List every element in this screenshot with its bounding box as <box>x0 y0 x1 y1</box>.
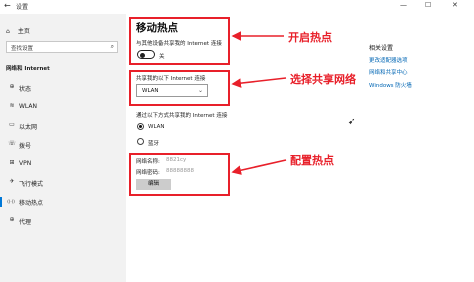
vpn-icon: ⊞ <box>9 159 15 166</box>
related-settings-heading: 相关设置 <box>369 45 394 52</box>
annotation-arrow-3 <box>231 159 287 175</box>
sidebar-item-hotspot[interactable]: ((·)) 移动热点 <box>0 196 126 208</box>
sidebar-item-vpn[interactable]: ⊞ VPN <box>0 158 126 170</box>
sidebar-item-label: 代理 <box>19 219 32 226</box>
close-icon[interactable]: ✕ <box>452 1 458 9</box>
share-over-label: 通过以下方式共享我的 Internet 连接 <box>136 113 228 119</box>
radio-wlan-label: WLAN <box>148 124 165 130</box>
sidebar-item-label: 飞行模式 <box>19 181 44 188</box>
hotspot-icon: ((·)) <box>7 199 15 204</box>
sidebar-item-status[interactable]: ⊕ 状态 <box>0 82 126 94</box>
annotation-arrow-2 <box>231 77 287 88</box>
back-arrow-icon[interactable]: ← <box>4 1 11 10</box>
window-title: 设置 <box>16 4 29 11</box>
radio-bluetooth[interactable] <box>137 138 144 145</box>
annotation-label-enable: 开启热点 <box>288 31 332 44</box>
proxy-icon: ⊕ <box>9 216 15 223</box>
sidebar-item-wlan[interactable]: ≋ WLAN <box>0 101 126 113</box>
wifi-icon: ≋ <box>9 102 15 109</box>
link-adapter-options[interactable]: 更改适配器选项 <box>369 56 408 64</box>
sidebar-section-title: 网络和 Internet <box>6 66 50 72</box>
link-network-sharing-center[interactable]: 网络和共享中心 <box>369 68 408 76</box>
dialup-icon: ☏ <box>8 140 16 147</box>
sidebar-item-label: WLAN <box>19 103 38 110</box>
search-field[interactable]: 查找设置 ⌕ <box>6 41 118 53</box>
sidebar-item-label: VPN <box>19 160 32 167</box>
sidebar-item-label: 拨号 <box>19 143 32 150</box>
sidebar-item-ethernet[interactable]: ▭ 以太网 <box>0 120 126 132</box>
annotation-box-config <box>129 153 230 196</box>
sidebar-item-label: 以太网 <box>19 124 38 131</box>
annotation-box-network <box>129 70 230 106</box>
search-placeholder: 查找设置 <box>11 46 34 52</box>
link-windows-firewall[interactable]: Windows 防火墙 <box>369 81 412 89</box>
sidebar-item-dialup[interactable]: ☏ 拨号 <box>0 139 126 151</box>
sidebar-item-proxy[interactable]: ⊕ 代理 <box>0 215 126 227</box>
minimize-icon[interactable]: — <box>400 1 407 9</box>
title-bar: ← 设置 — ☐ ✕ <box>0 0 474 14</box>
mouse-cursor-icon: ➹ <box>348 117 356 127</box>
radio-wlan[interactable] <box>137 123 144 130</box>
radio-bluetooth-label: 蓝牙 <box>148 141 160 147</box>
home-icon: ⌂ <box>6 28 10 35</box>
annotation-box-toggle <box>129 17 230 65</box>
sidebar: ⌂ 主页 查找设置 ⌕ 网络和 Internet ⊕ 状态 ≋ WLAN ▭ 以… <box>0 14 126 282</box>
sidebar-item-airplane[interactable]: ✈ 飞行模式 <box>0 177 126 189</box>
sidebar-item-label: 状态 <box>19 86 32 93</box>
maximize-icon[interactable]: ☐ <box>425 1 431 9</box>
sidebar-item-label: 移动热点 <box>19 200 44 207</box>
search-icon[interactable]: ⌕ <box>111 43 114 51</box>
annotation-label-select-network: 选择共享网络 <box>290 73 356 86</box>
globe-icon: ⊕ <box>9 83 15 90</box>
annotation-label-configure: 配置热点 <box>290 154 334 167</box>
sidebar-home[interactable]: ⌂ 主页 <box>6 26 30 35</box>
airplane-icon: ✈ <box>9 178 15 185</box>
sidebar-home-label: 主页 <box>17 28 30 35</box>
ethernet-icon: ▭ <box>9 121 15 128</box>
